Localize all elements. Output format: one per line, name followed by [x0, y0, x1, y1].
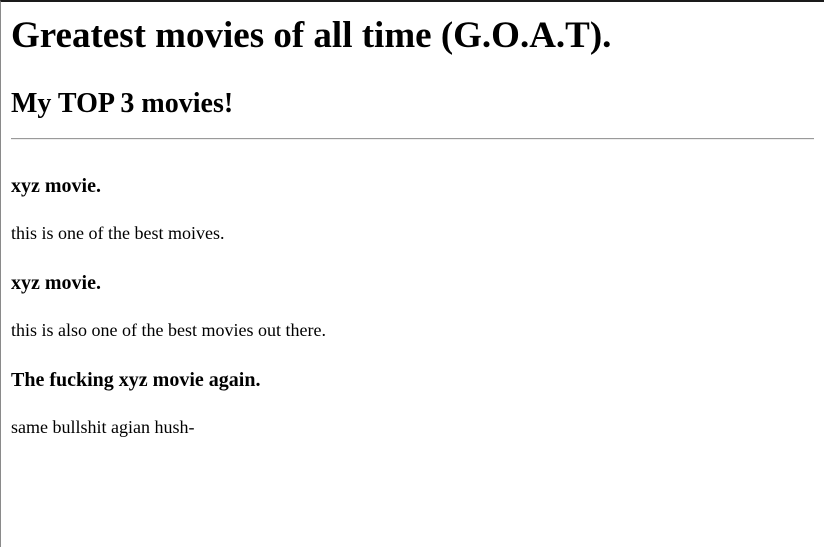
movie-description-2: this is also one of the best movies out … [11, 320, 326, 340]
horizontal-divider [11, 138, 814, 140]
page-subtitle: My TOP 3 movies! [11, 88, 234, 119]
movie-heading-1: xyz movie. [11, 175, 101, 197]
movie-description-1: this is one of the best moives. [11, 223, 225, 243]
movie-heading-3: The fucking xyz movie again. [11, 369, 261, 391]
movie-description-3: same bullshit agian hush- [11, 417, 195, 437]
browser-viewport: Greatest movies of all time (G.O.A.T). M… [0, 0, 824, 547]
page-title: Greatest movies of all time (G.O.A.T). [11, 15, 612, 56]
movie-heading-2: xyz movie. [11, 272, 101, 294]
